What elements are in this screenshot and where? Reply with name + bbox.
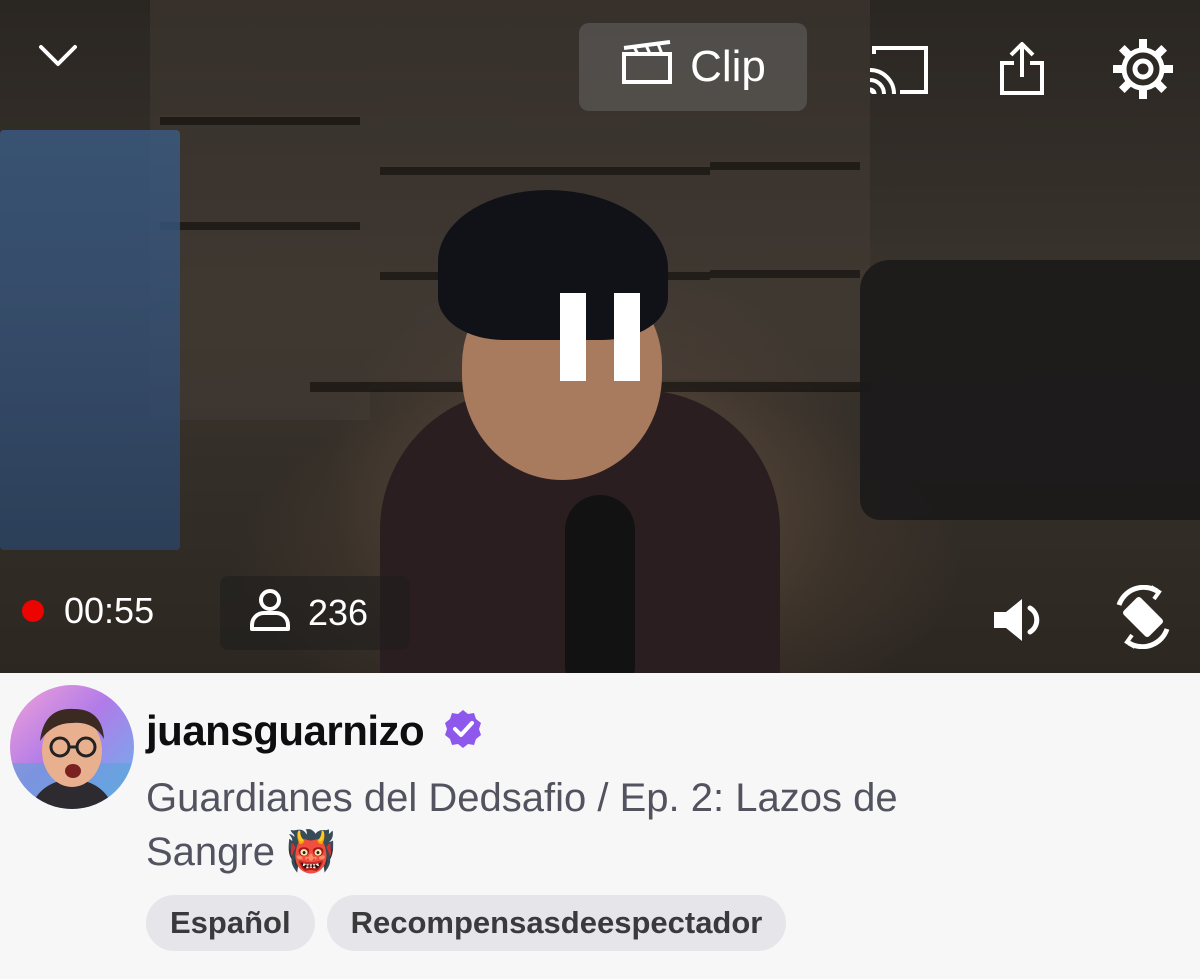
title-emoji: 👹 bbox=[286, 830, 336, 874]
share-icon[interactable] bbox=[995, 40, 1049, 98]
rotate-screen-icon[interactable] bbox=[1112, 584, 1174, 650]
channel-name[interactable]: juansguarnizo bbox=[146, 707, 425, 755]
stream-title-text: Guardianes del Dedsafio / Ep. 2: Lazos d… bbox=[146, 776, 898, 874]
person-icon bbox=[248, 587, 292, 640]
tag-espanol[interactable]: Español bbox=[146, 895, 315, 951]
gear-icon[interactable] bbox=[1110, 36, 1176, 102]
verified-badge-icon bbox=[442, 708, 484, 755]
clip-button[interactable]: Clip bbox=[579, 23, 807, 111]
avatar[interactable] bbox=[10, 685, 134, 809]
pause-icon[interactable] bbox=[560, 293, 640, 381]
clapperboard-icon bbox=[620, 38, 674, 97]
cast-icon[interactable] bbox=[864, 40, 932, 100]
chevron-down-icon[interactable] bbox=[30, 28, 86, 84]
speaker-icon[interactable] bbox=[990, 592, 1050, 648]
video-player[interactable]: Clip 00:55 236 bbox=[0, 0, 1200, 673]
viewer-count: 236 bbox=[220, 576, 410, 650]
stream-info: juansguarnizo Guardianes del Dedsafio / … bbox=[0, 673, 1200, 979]
live-dot-icon bbox=[22, 600, 44, 622]
stream-title: Guardianes del Dedsafio / Ep. 2: Lazos d… bbox=[146, 771, 1006, 879]
tag-list: Español Recompensasdeespectador bbox=[146, 895, 787, 951]
tag-recompensasdeespectador[interactable]: Recompensasdeespectador bbox=[326, 895, 787, 951]
elapsed-time: 00:55 bbox=[64, 590, 155, 631]
viewer-count-value: 236 bbox=[308, 592, 369, 633]
live-indicator: 00:55 bbox=[22, 590, 154, 632]
clip-label: Clip bbox=[690, 42, 766, 91]
